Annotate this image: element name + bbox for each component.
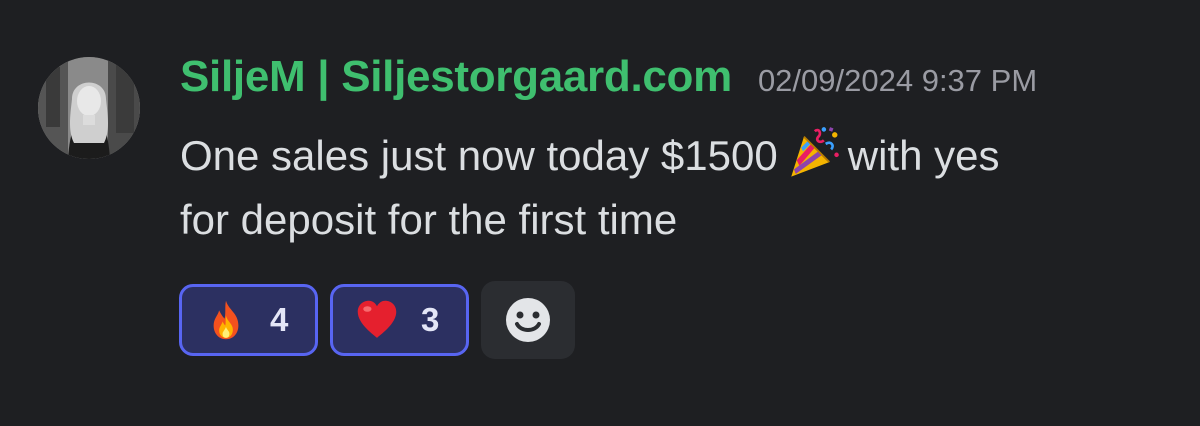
message-text-part-2: with yes bbox=[847, 132, 1000, 179]
chat-message: SiljeM | Siljestorgaard.com 02/09/2024 9… bbox=[0, 0, 1200, 426]
message-text-part-1: One sales just now today $1500 bbox=[180, 132, 778, 179]
username[interactable]: SiljeM | Siljestorgaard.com bbox=[180, 52, 732, 102]
message-line-2: for deposit for the first time bbox=[180, 196, 678, 243]
message-content: One sales just now today $1500 with yes … bbox=[180, 124, 1180, 252]
heart-icon bbox=[357, 300, 397, 338]
timestamp: 02/09/2024 9:37 PM bbox=[757, 63, 1038, 98]
fire-icon bbox=[213, 300, 239, 340]
reaction-count: 4 bbox=[270, 301, 289, 338]
reaction-heart[interactable]: 3 bbox=[330, 284, 469, 356]
avatar-photo bbox=[38, 57, 140, 159]
add-reaction-button[interactable] bbox=[481, 281, 575, 359]
smiley-icon bbox=[506, 298, 550, 342]
reaction-fire[interactable]: 4 bbox=[179, 284, 318, 356]
party-popper-icon bbox=[790, 127, 839, 177]
avatar[interactable] bbox=[38, 57, 140, 159]
message-line-1: One sales just now today $1500 with yes bbox=[180, 124, 1180, 188]
reaction-count: 3 bbox=[421, 301, 440, 338]
reactions-bar: 4 3 bbox=[179, 281, 575, 359]
message-header: SiljeM | Siljestorgaard.com 02/09/2024 9… bbox=[180, 52, 1037, 108]
